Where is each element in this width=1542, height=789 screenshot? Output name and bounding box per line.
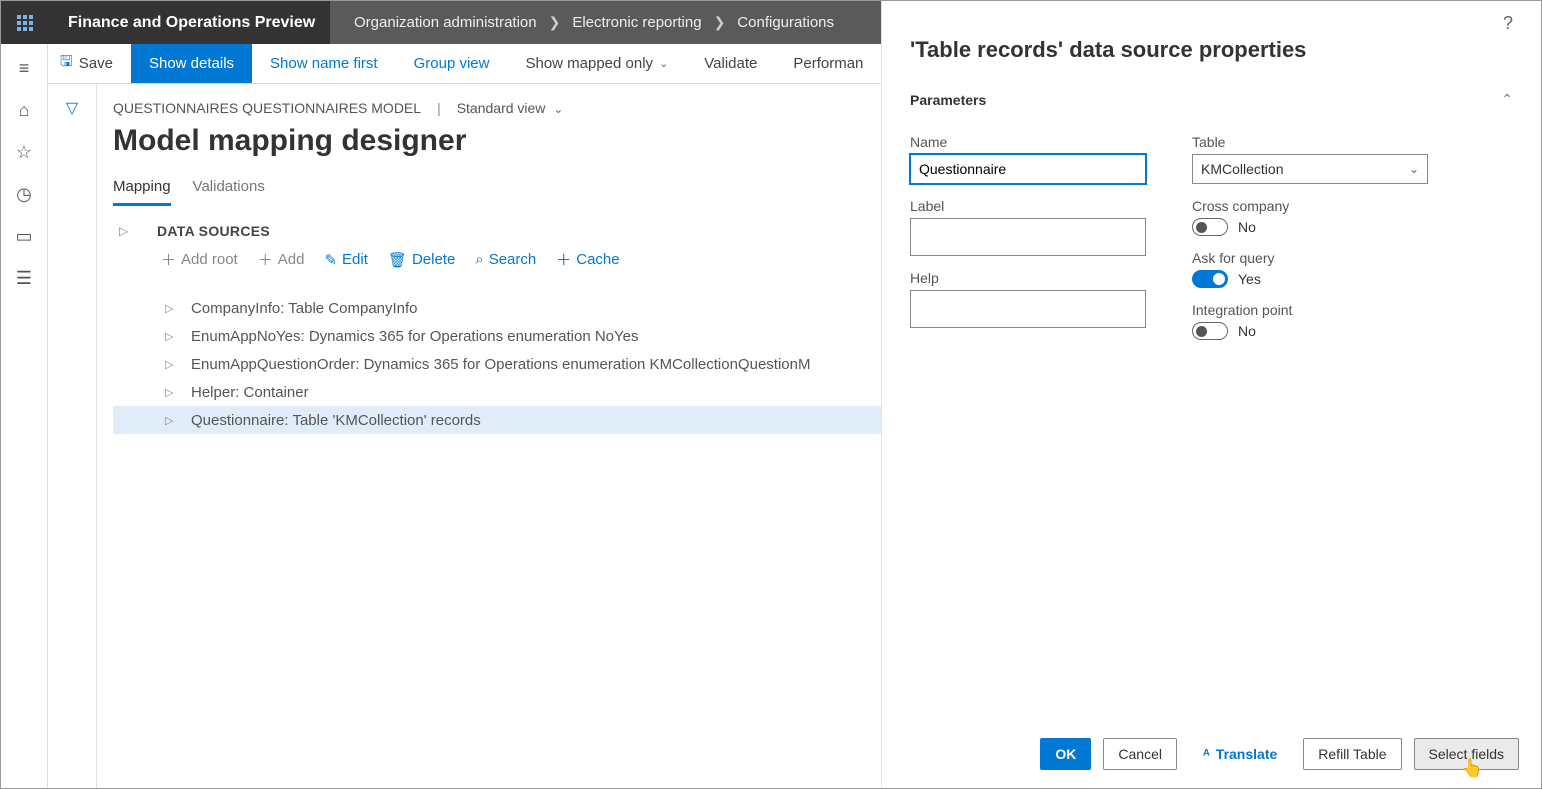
cross-company-value: No bbox=[1238, 219, 1256, 235]
cancel-button[interactable]: Cancel bbox=[1103, 738, 1177, 770]
name-label: Name bbox=[910, 134, 1146, 150]
caret-icon: ▷ bbox=[165, 330, 175, 343]
properties-panel: ? 'Table records' data source properties… bbox=[881, 1, 1541, 788]
show-details-button[interactable]: Show details bbox=[131, 44, 252, 83]
ok-button[interactable]: OK bbox=[1040, 738, 1091, 770]
name-input[interactable] bbox=[910, 154, 1146, 184]
help-label: Help bbox=[910, 270, 1146, 286]
breadcrumb-item[interactable]: Configurations bbox=[737, 14, 834, 31]
ask-for-query-label: Ask for query bbox=[1192, 250, 1428, 266]
chevron-down-icon: ⌄ bbox=[1409, 162, 1419, 176]
integration-point-toggle[interactable] bbox=[1192, 322, 1228, 340]
table-select[interactable]: KMCollection ⌄ bbox=[1192, 154, 1428, 184]
cross-company-label: Cross company bbox=[1192, 198, 1428, 214]
add-button[interactable]: ＋Add bbox=[258, 249, 305, 270]
app-launcher[interactable] bbox=[1, 1, 48, 44]
translate-button[interactable]: ᴬ Translate bbox=[1189, 738, 1291, 770]
caret-icon: ▷ bbox=[165, 386, 175, 399]
pencil-icon: ✎ bbox=[324, 251, 337, 269]
separator: | bbox=[437, 100, 441, 116]
expand-caret-icon[interactable]: ▷ bbox=[119, 224, 131, 238]
add-root-button[interactable]: ＋Add root bbox=[161, 249, 238, 270]
chevron-down-icon: ⌄ bbox=[553, 102, 563, 116]
ask-for-query-toggle[interactable] bbox=[1192, 270, 1228, 288]
breadcrumb-item[interactable]: Electronic reporting bbox=[572, 14, 701, 31]
star-icon[interactable]: ☆ bbox=[14, 142, 34, 162]
integration-point-field: Integration point No bbox=[1192, 302, 1428, 340]
help-icon[interactable]: ? bbox=[1503, 13, 1513, 34]
parameters-body: Name Label Help Table KMCollection bbox=[910, 134, 1513, 340]
tab-validations[interactable]: Validations bbox=[193, 178, 265, 206]
hamburger-icon[interactable]: ≡ bbox=[14, 58, 34, 78]
cache-button[interactable]: ＋Cache bbox=[556, 249, 619, 270]
model-path: QUESTIONNAIRES QUESTIONNAIRES MODEL bbox=[113, 100, 421, 116]
list-icon[interactable]: ☰ bbox=[14, 268, 34, 288]
integration-point-label: Integration point bbox=[1192, 302, 1428, 318]
edit-button[interactable]: ✎Edit bbox=[324, 251, 367, 269]
tab-mapping[interactable]: Mapping bbox=[113, 178, 171, 206]
chevron-right-icon: ❯ bbox=[714, 14, 726, 31]
show-name-first-button[interactable]: Show name first bbox=[252, 44, 396, 83]
table-field: Table KMCollection ⌄ bbox=[1192, 134, 1428, 184]
label-field: Label bbox=[910, 198, 1146, 256]
show-mapped-only-button[interactable]: Show mapped only ⌄ bbox=[507, 44, 686, 83]
caret-icon: ▷ bbox=[165, 414, 175, 427]
chevron-up-icon: ⌃ bbox=[1501, 91, 1513, 108]
trash-icon: 🗑 bbox=[388, 251, 407, 269]
chevron-right-icon: ❯ bbox=[549, 14, 561, 31]
select-fields-button[interactable]: Select fields bbox=[1414, 738, 1519, 770]
ask-for-query-value: Yes bbox=[1238, 271, 1261, 287]
translate-icon: ᴬ bbox=[1203, 746, 1210, 762]
recent-icon[interactable]: ◷ bbox=[14, 184, 34, 204]
caret-icon: ▷ bbox=[165, 302, 175, 315]
performance-button[interactable]: Performan bbox=[775, 44, 881, 83]
panel-title: 'Table records' data source properties bbox=[910, 37, 1513, 63]
label-input[interactable] bbox=[910, 218, 1146, 256]
module-icon[interactable]: ▭ bbox=[14, 226, 34, 246]
filter-column: ▽ bbox=[48, 84, 97, 788]
data-sources-header: DATA SOURCES bbox=[157, 223, 270, 239]
help-field: Help bbox=[910, 270, 1146, 328]
breadcrumb-item[interactable]: Organization administration bbox=[354, 14, 537, 31]
search-button[interactable]: ⌕Search bbox=[475, 251, 536, 268]
cross-company-toggle[interactable] bbox=[1192, 218, 1228, 236]
plus-icon: ＋ bbox=[556, 249, 571, 270]
group-view-button[interactable]: Group view bbox=[396, 44, 508, 83]
table-label: Table bbox=[1192, 134, 1428, 150]
home-icon[interactable]: ⌂ bbox=[14, 100, 34, 120]
plus-icon: ＋ bbox=[161, 249, 176, 270]
app-title: Finance and Operations Preview bbox=[48, 1, 330, 44]
cross-company-field: Cross company No bbox=[1192, 198, 1428, 236]
parameters-header[interactable]: Parameters ⌃ bbox=[910, 91, 1513, 108]
chevron-down-icon: ⌄ bbox=[659, 57, 668, 70]
filter-icon[interactable]: ▽ bbox=[66, 98, 78, 788]
plus-icon: ＋ bbox=[258, 249, 273, 270]
integration-point-value: No bbox=[1238, 323, 1256, 339]
help-input[interactable] bbox=[910, 290, 1146, 328]
save-button[interactable]: 🖫 Save bbox=[48, 44, 131, 83]
delete-button[interactable]: 🗑Delete bbox=[388, 251, 455, 269]
refill-table-button[interactable]: Refill Table bbox=[1303, 738, 1401, 770]
view-selector[interactable]: Standard view ⌄ bbox=[457, 100, 564, 116]
save-icon: 🖫 bbox=[60, 51, 73, 76]
caret-icon: ▷ bbox=[165, 358, 175, 371]
label-label: Label bbox=[910, 198, 1146, 214]
name-field: Name bbox=[910, 134, 1146, 184]
waffle-icon bbox=[17, 15, 33, 31]
panel-footer: OK Cancel ᴬ Translate Refill Table Selec… bbox=[882, 720, 1541, 788]
breadcrumb: Organization administration ❯ Electronic… bbox=[330, 1, 834, 44]
left-nav-rail: ≡ ⌂ ☆ ◷ ▭ ☰ bbox=[1, 44, 48, 788]
search-icon: ⌕ bbox=[475, 251, 483, 268]
validate-button[interactable]: Validate bbox=[686, 44, 775, 83]
ask-for-query-field: Ask for query Yes bbox=[1192, 250, 1428, 288]
